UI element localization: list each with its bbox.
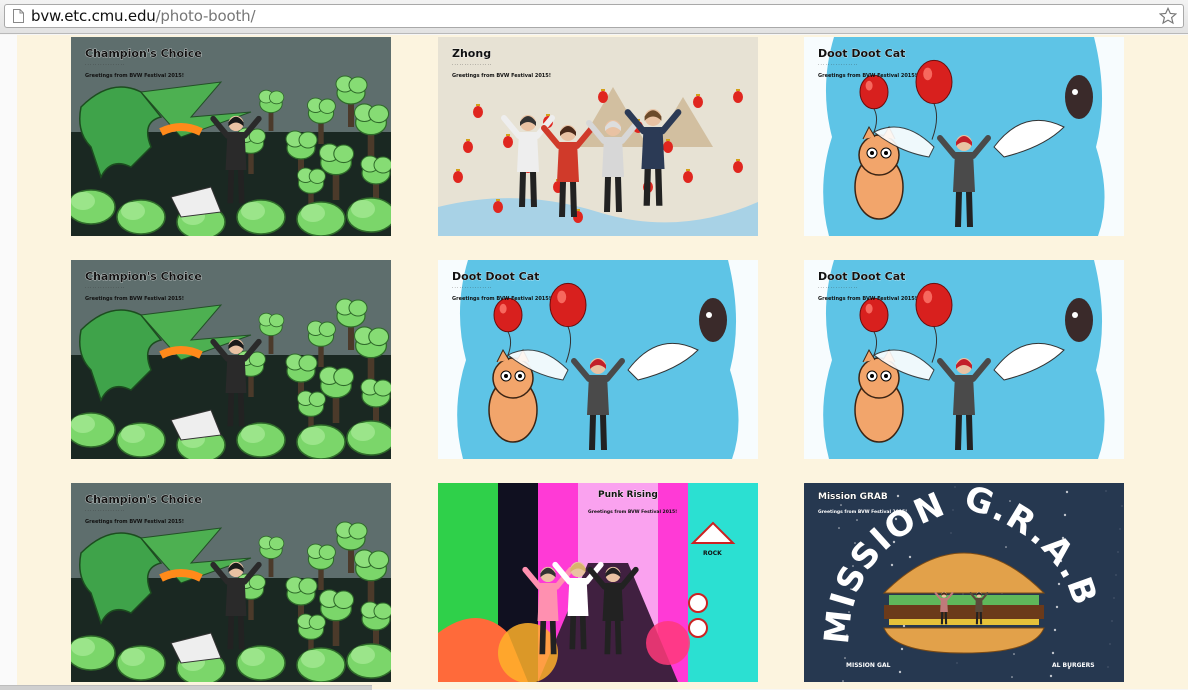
svg-text:Greetings from BVW Festival 20: Greetings from BVW Festival 2015! xyxy=(818,509,907,515)
photo-image: ROCK Punk Rising Greetings from BVW Fest… xyxy=(438,483,758,682)
photo-image: Champion's Choice · · · · · · · · · · · … xyxy=(71,483,391,682)
photo-thumbnail[interactable]: Doot Doot Cat · · · · · · · · · · · · · … xyxy=(438,260,758,459)
svg-text:· · · · · · · · · · · · · · ·: · · · · · · · · · · · · · · · · xyxy=(85,62,124,67)
svg-text:· · · · · · · · · · · · · · ·: · · · · · · · · · · · · · · · · xyxy=(452,285,491,290)
svg-text:Greetings from BVW Festival 20: Greetings from BVW Festival 2015! xyxy=(85,519,184,525)
svg-text:· · · · · · · · · · · · · · ·: · · · · · · · · · · · · · · · · xyxy=(452,62,491,67)
photo-thumbnail[interactable]: Zhong · · · · · · · · · · · · · · · · Gr… xyxy=(438,37,758,236)
photo-title: Champion's Choice xyxy=(85,493,202,506)
photo-gallery: Champion's Choice · · · · · · · · · · · … xyxy=(17,35,1188,689)
photo-title: Mission GRAB xyxy=(818,492,888,502)
photo-thumbnail[interactable]: Champion's Choice · · · · · · · · · · · … xyxy=(71,483,391,682)
photo-thumbnail[interactable]: Doot Doot Cat · · · · · · · · · · · · · … xyxy=(804,37,1124,236)
svg-text:Greetings from BVW Festival 20: Greetings from BVW Festival 2015! xyxy=(818,73,917,79)
browser-toolbar: bvw.etc.cmu.edu/photo-booth/ xyxy=(0,0,1188,34)
photo-thumbnail[interactable]: MISSION G.R.A.B MISSION GAL AL BURGERS M… xyxy=(804,483,1124,682)
svg-text:Greetings from BVW Festival 20: Greetings from BVW Festival 2015! xyxy=(818,296,917,302)
photo-title: Doot Doot Cat xyxy=(452,270,539,283)
photo-thumbnail[interactable]: Champion's Choice · · · · · · · · · · · … xyxy=(71,37,391,236)
photo-thumbnail[interactable]: Champion's Choice · · · · · · · · · · · … xyxy=(71,260,391,459)
photo-thumbnail[interactable]: ROCK Punk Rising Greetings from BVW Fest… xyxy=(438,483,758,682)
bookmark-star-icon[interactable] xyxy=(1159,7,1177,25)
photo-image: Doot Doot Cat · · · · · · · · · · · · · … xyxy=(804,37,1124,236)
svg-text:Greetings from BVW Festival 20: Greetings from BVW Festival 2015! xyxy=(588,509,677,515)
svg-text:· · · · · · · · · · · · · · ·: · · · · · · · · · · · · · · · · xyxy=(85,285,124,290)
svg-text:Greetings from BVW Festival 20: Greetings from BVW Festival 2015! xyxy=(452,73,551,79)
svg-text:· · · · · · · · · · · · · · ·: · · · · · · · · · · · · · · · · xyxy=(85,508,124,513)
photo-title: Punk Rising xyxy=(598,490,658,500)
photo-image: Champion's Choice · · · · · · · · · · · … xyxy=(71,37,391,236)
photo-title: Doot Doot Cat xyxy=(818,270,905,283)
horizontal-scrollbar[interactable] xyxy=(0,685,372,690)
photo-image: Champion's Choice · · · · · · · · · · · … xyxy=(71,260,391,459)
address-bar[interactable]: bvw.etc.cmu.edu/photo-booth/ xyxy=(4,4,1184,28)
svg-text:Greetings from BVW Festival 20: Greetings from BVW Festival 2015! xyxy=(85,73,184,79)
photo-thumbnail[interactable]: Doot Doot Cat · · · · · · · · · · · · · … xyxy=(804,260,1124,459)
page-viewport: Champion's Choice · · · · · · · · · · · … xyxy=(0,35,1188,689)
photo-title: Champion's Choice xyxy=(85,270,202,283)
photo-title: Doot Doot Cat xyxy=(818,47,905,60)
photo-image: Zhong · · · · · · · · · · · · · · · · Gr… xyxy=(438,37,758,236)
photo-image: Doot Doot Cat · · · · · · · · · · · · · … xyxy=(438,260,758,459)
svg-text:Greetings from BVW Festival 20: Greetings from BVW Festival 2015! xyxy=(85,296,184,302)
photo-title: Zhong xyxy=(452,47,491,60)
photo-image: MISSION G.R.A.B MISSION GAL AL BURGERS M… xyxy=(804,483,1124,682)
url-text[interactable]: bvw.etc.cmu.edu/photo-booth/ xyxy=(31,8,255,25)
url-path: /photo-booth/ xyxy=(156,7,256,25)
rock-sign-text: ROCK xyxy=(703,550,722,557)
photo-title: Champion's Choice xyxy=(85,47,202,60)
svg-text:Greetings from BVW Festival 20: Greetings from BVW Festival 2015! xyxy=(452,296,551,302)
page-icon xyxy=(13,9,24,23)
url-host: bvw.etc.cmu.edu xyxy=(31,7,156,25)
svg-text:· · · · · · · · · · · · · · ·: · · · · · · · · · · · · · · · · xyxy=(818,285,857,290)
mission-grab-bottom-text-right: AL BURGERS xyxy=(1052,662,1095,669)
photo-image: Doot Doot Cat · · · · · · · · · · · · · … xyxy=(804,260,1124,459)
svg-text:· · · · · · · · · · · · · · ·: · · · · · · · · · · · · · · · · xyxy=(818,62,857,67)
mission-grab-bottom-text: MISSION GAL xyxy=(846,662,891,669)
